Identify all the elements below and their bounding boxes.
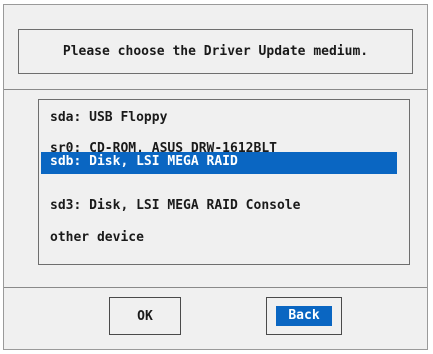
list-item-sdb-selected[interactable]: sdb: Disk, LSI MEGA RAID	[41, 152, 397, 174]
top-divider	[4, 89, 427, 90]
bottom-divider	[4, 287, 427, 288]
ok-button[interactable]: OK	[109, 297, 181, 335]
driver-update-dialog: Please choose the Driver Update medium. …	[3, 4, 428, 350]
prompt-box: Please choose the Driver Update medium.	[18, 29, 413, 74]
prompt-text: Please choose the Driver Update medium.	[62, 44, 369, 59]
list-item-sd3[interactable]: sd3: Disk, LSI MEGA RAID Console	[50, 198, 300, 214]
device-list[interactable]: sda: USB Floppy sr0: CD-ROM, ASUS DRW-16…	[38, 99, 410, 265]
list-item-other-device[interactable]: other device	[50, 230, 144, 246]
ok-button-label: OK	[137, 308, 153, 324]
list-item-sda[interactable]: sda: USB Floppy	[50, 110, 167, 126]
back-button-label: Back	[276, 306, 332, 326]
back-button[interactable]: Back	[266, 297, 342, 335]
